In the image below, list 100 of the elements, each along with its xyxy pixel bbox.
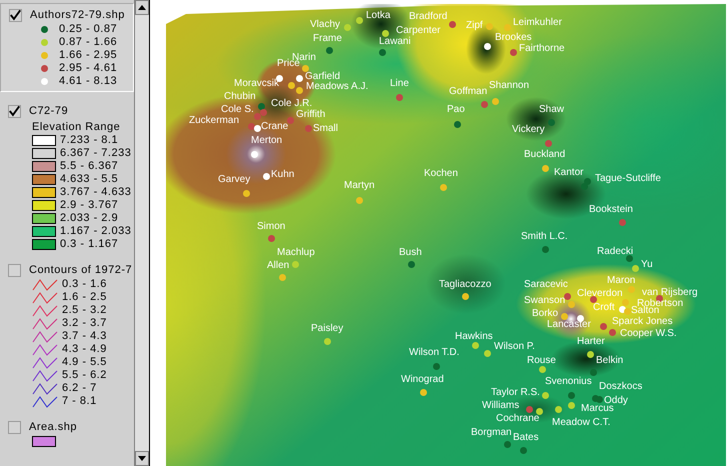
author-label: Paisley [311, 324, 344, 334]
author-label: Svenonius [545, 377, 592, 387]
author-label: Taylor R.S. [491, 388, 540, 398]
author-label: Belkin [596, 356, 624, 366]
author-label: Cole S. [221, 105, 254, 115]
class-label: 4.633 - 5.5 [60, 174, 118, 185]
author-label: Wilson T.D. [409, 348, 460, 358]
author-label: Sparck Jones [612, 317, 673, 327]
author-label: Buckland [524, 150, 566, 160]
author-label: Borko [532, 309, 558, 319]
author-label: Brookes [495, 33, 532, 43]
author-label: Lotka [366, 11, 390, 21]
class-label: 0.25 - 0.87 [59, 24, 118, 35]
author-label: Martyn [344, 181, 375, 191]
author-label: Chubin [224, 92, 256, 102]
class-label: 0.3 - 1.6 [62, 279, 107, 290]
author-label: Allen [267, 261, 290, 271]
selected-layer-entry[interactable]: Authors72-79.shp 0.25 - 0.87 0.87 - 1.66 1.66 - 2.95 2.95 - 4.61 4.61 - 8.13 [0, 3, 134, 92]
class-label: 4.3 - 4.9 [62, 344, 107, 355]
class-label: 6.2 - 7 [62, 383, 97, 394]
author-label: Small [313, 124, 338, 134]
author-label: Zipf [466, 21, 483, 31]
author-label: Rouse [527, 356, 556, 366]
author-label: Meadow C.T. [552, 418, 610, 428]
class-label: 3.767 - 4.633 [60, 187, 132, 198]
author-label: Marcus [581, 404, 614, 414]
class-label: 2.9 - 3.767 [60, 200, 118, 211]
class-label: 1.66 - 2.95 [59, 50, 118, 61]
layer-name: C72-79 [29, 104, 68, 119]
author-label: Garfield [305, 72, 340, 82]
layer-name: Authors72-79.shp [30, 8, 125, 23]
class-label: 6.367 - 7.233 [60, 148, 132, 159]
author-label: Williams [482, 401, 520, 411]
layer-name: Area.shp [29, 420, 78, 435]
author-label: Price [277, 59, 300, 69]
author-label: van Rijsberg [642, 288, 698, 298]
class-label: 2.033 - 2.9 [60, 213, 118, 224]
class-label: 3.7 - 4.3 [62, 331, 107, 342]
author-label: Kuhn [271, 170, 294, 180]
author-label: Shannon [489, 81, 530, 91]
author-label: Tagliacozzo [439, 280, 492, 290]
author-label: Smith L.C. [521, 232, 568, 242]
author-label: Garvey [218, 175, 250, 185]
author-label: Hawkins [455, 332, 493, 342]
class-label: 4.9 - 5.5 [62, 357, 107, 368]
author-label: Goffman [449, 87, 488, 97]
author-label: Shaw [539, 105, 564, 115]
class-label: 0.3 - 1.167 [60, 239, 118, 250]
author-label: Doszkocs [599, 382, 642, 392]
class-label: 2.5 - 3.2 [62, 305, 107, 316]
author-label: Cole J.R. [271, 99, 312, 109]
class-label: 1.167 - 2.033 [60, 226, 132, 237]
author-label: Harter [577, 337, 605, 347]
author-label: Swanson [524, 296, 566, 306]
layer-subtitle: Elevation Range [31, 120, 122, 134]
author-label: Moravcsik [234, 79, 280, 89]
author-label: Griffith [296, 110, 326, 120]
author-label: Salton [631, 306, 660, 316]
author-label: Meadows A.J. [306, 82, 368, 92]
author-label: Maron [607, 276, 636, 286]
author-label: Merton [251, 136, 282, 146]
author-label: Simon [257, 222, 286, 232]
author-label: Wilson P. [494, 342, 535, 352]
author-label: Lancaster [547, 320, 591, 330]
author-label: Saracevic [524, 280, 568, 290]
author-label: Bradford [409, 12, 448, 22]
author-label: Vickery [512, 125, 545, 135]
author-label: Cleverdon [577, 289, 623, 299]
author-label: Zuckerman [189, 116, 240, 126]
author-label: Croft [593, 303, 615, 313]
author-label: Bates [513, 433, 539, 443]
class-label: 1.6 - 2.5 [62, 292, 107, 303]
author-label: Bookstein [589, 205, 633, 215]
class-label: 4.61 - 8.13 [59, 76, 118, 87]
author-label: Cochrane [496, 414, 540, 424]
author-label: Tague-Sutcliffe [595, 174, 661, 184]
author-label: Machlup [277, 248, 315, 258]
author-label: Line [390, 79, 409, 89]
author-label: Vlachy [310, 20, 340, 30]
class-label: 7 - 8.1 [62, 396, 97, 407]
author-label: Crane [261, 122, 288, 132]
author-label: Frame [313, 34, 342, 44]
author-label: Kochen [424, 169, 458, 179]
class-label: 3.2 - 3.7 [62, 318, 107, 329]
class-label: 2.95 - 4.61 [59, 63, 118, 74]
author-label: Lawani [379, 37, 411, 47]
author-label: Leimkuhler [513, 18, 562, 28]
class-label: 5.5 - 6.367 [60, 161, 118, 172]
class-label: 7.233 - 8.1 [60, 135, 118, 146]
author-label: Kantor [554, 168, 584, 178]
author-label: Oddy [604, 396, 628, 406]
layer-name: Contours of 1972-7 [29, 262, 132, 278]
author-label: Winograd [401, 375, 444, 385]
author-label: Bush [399, 248, 422, 258]
class-label: 0.87 - 1.66 [59, 37, 118, 48]
class-label: 5.5 - 6.2 [62, 370, 107, 381]
author-label: Cooper W.S. [620, 329, 677, 339]
author-label: Pao [447, 105, 465, 115]
author-label: Radecki [597, 247, 634, 257]
author-label: Yu [641, 260, 653, 270]
